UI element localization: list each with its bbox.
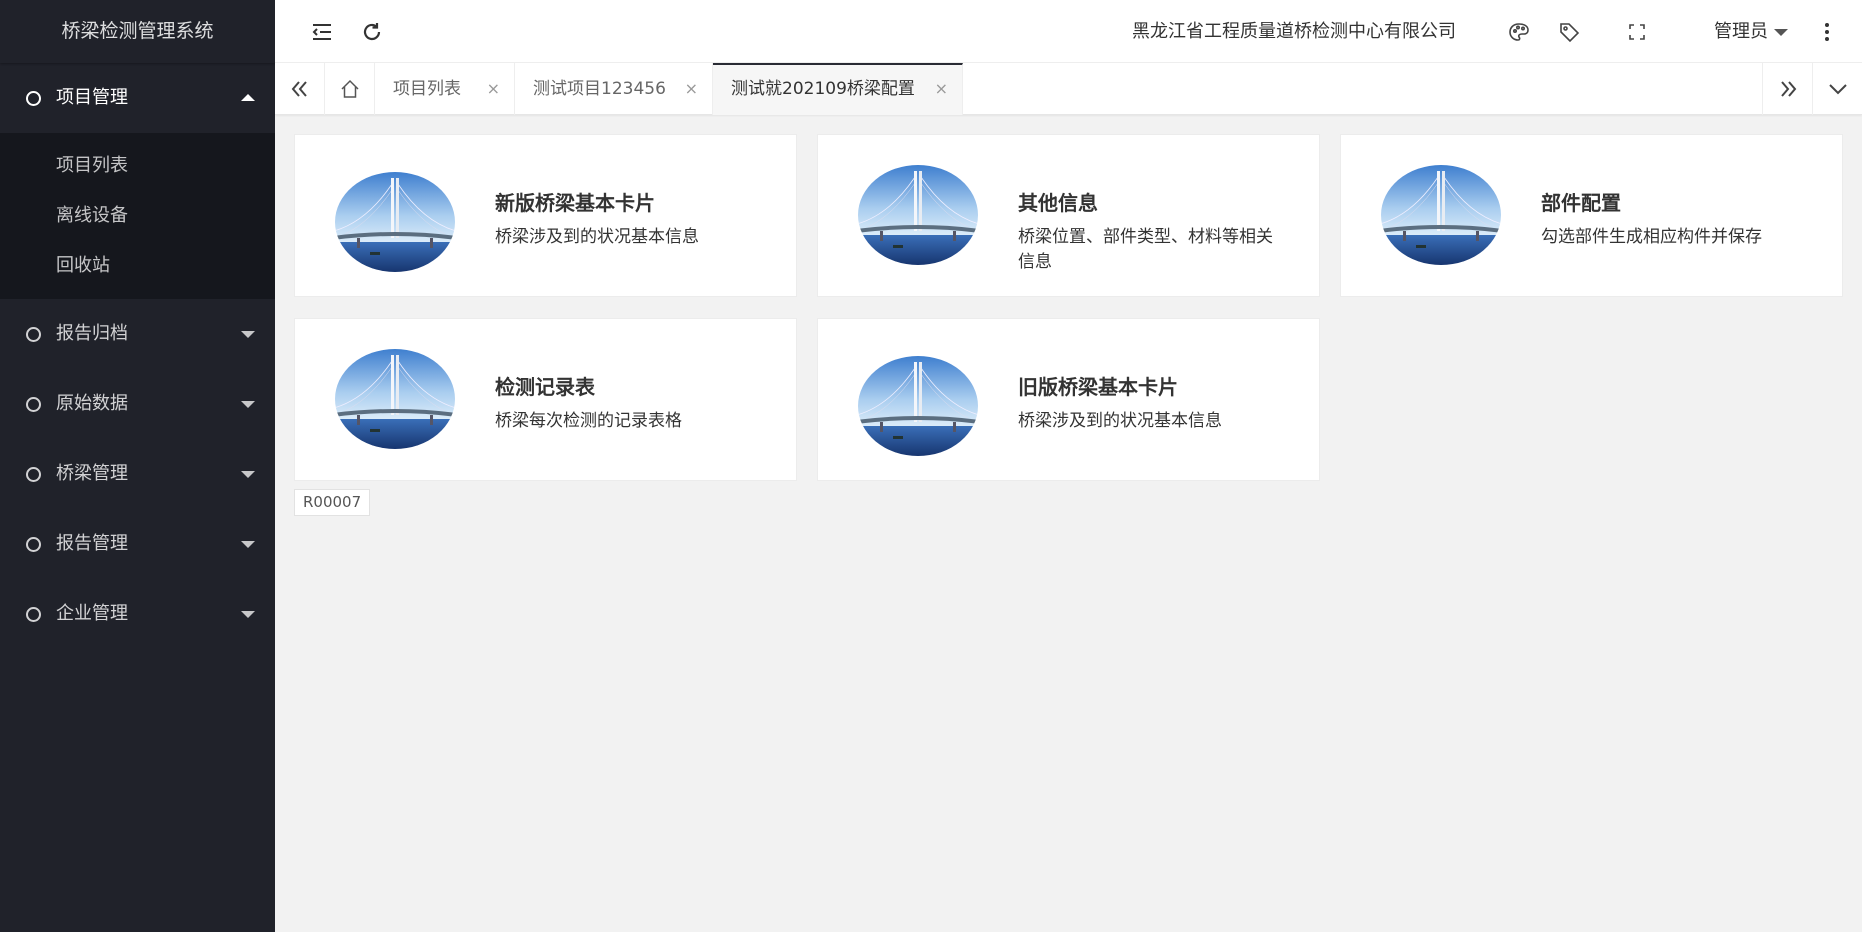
tab-scroll-left-icon[interactable] bbox=[275, 63, 325, 115]
bridge-image bbox=[1381, 165, 1501, 265]
page-code-badge: R00007 bbox=[294, 489, 371, 516]
circle-icon bbox=[26, 91, 41, 106]
app-title: 桥梁检测管理系统 bbox=[0, 0, 275, 63]
sidebar: 桥梁检测管理系统 项目管理 项目列表 离线设备 回收站 报告归档 原始数据 桥梁… bbox=[0, 0, 275, 932]
nav-item-report-management[interactable]: 报告管理 bbox=[0, 509, 275, 579]
tab-dropdown-icon[interactable] bbox=[1812, 63, 1862, 115]
user-menu[interactable]: 管理员 bbox=[1714, 0, 1788, 63]
nav-item-bridge-management[interactable]: 桥梁管理 bbox=[0, 439, 275, 509]
card-title: 旧版桥梁基本卡片 bbox=[1018, 375, 1178, 399]
caret-down-icon bbox=[241, 401, 255, 408]
card-title: 新版桥梁基本卡片 bbox=[495, 191, 655, 215]
tab-label: 测试就202109桥梁配置 bbox=[731, 79, 915, 99]
card-desc: 桥梁每次检测的记录表格 bbox=[495, 411, 682, 431]
caret-down-icon bbox=[241, 541, 255, 548]
nav-item-report-archive[interactable]: 报告归档 bbox=[0, 299, 275, 369]
home-tab-icon[interactable] bbox=[325, 63, 375, 115]
menu-fold-icon[interactable] bbox=[297, 0, 347, 63]
nav-item-project-management[interactable]: 项目管理 bbox=[0, 63, 275, 133]
nav-item-label: 原始数据 bbox=[56, 393, 128, 414]
circle-icon bbox=[26, 327, 41, 342]
caret-up-icon bbox=[241, 94, 255, 101]
nav-item-label: 报告管理 bbox=[56, 533, 128, 554]
nav-item-label: 报告归档 bbox=[56, 323, 128, 344]
circle-icon bbox=[26, 607, 41, 622]
bridge-image bbox=[858, 165, 978, 265]
caret-down-icon bbox=[241, 611, 255, 618]
card-title: 检测记录表 bbox=[495, 375, 595, 399]
close-icon[interactable]: × bbox=[487, 63, 500, 115]
caret-down-icon bbox=[241, 331, 255, 338]
sub-item-project-list[interactable]: 项目列表 bbox=[0, 141, 275, 191]
refresh-icon[interactable] bbox=[347, 0, 397, 63]
card-desc: 勾选部件生成相应构件并保存 bbox=[1541, 227, 1762, 247]
sub-item-offline-devices[interactable]: 离线设备 bbox=[0, 191, 275, 241]
bridge-image bbox=[335, 349, 455, 449]
nav-group-project: 项目管理 项目列表 离线设备 回收站 bbox=[0, 63, 275, 299]
fullscreen-icon[interactable] bbox=[1612, 0, 1662, 63]
close-icon[interactable]: × bbox=[935, 65, 948, 113]
user-name: 管理员 bbox=[1714, 21, 1768, 42]
tab-label: 项目列表 bbox=[393, 79, 461, 99]
tab-test-project[interactable]: 测试项目123456 × bbox=[515, 63, 713, 115]
circle-icon bbox=[26, 397, 41, 412]
tab-project-list[interactable]: 项目列表 × bbox=[375, 63, 515, 115]
tab-label: 测试项目123456 bbox=[533, 79, 666, 99]
palette-icon[interactable] bbox=[1494, 0, 1544, 63]
caret-down-icon bbox=[241, 471, 255, 478]
bridge-image bbox=[335, 172, 455, 272]
more-vertical-icon[interactable] bbox=[1802, 0, 1852, 63]
card-desc: 桥梁位置、部件类型、材料等相关信息 bbox=[1018, 227, 1273, 272]
nav-item-label: 企业管理 bbox=[56, 603, 128, 624]
card-desc: 桥梁涉及到的状况基本信息 bbox=[1018, 411, 1222, 431]
top-header: 黑龙江省工程质量道桥检测中心有限公司 管理员 bbox=[275, 0, 1862, 63]
tag-icon[interactable] bbox=[1544, 0, 1594, 63]
circle-icon bbox=[26, 467, 41, 482]
sub-item-recycle-bin[interactable]: 回收站 bbox=[0, 241, 275, 291]
card-old-bridge-basic[interactable]: 旧版桥梁基本卡片 桥梁涉及到的状况基本信息 bbox=[817, 318, 1320, 481]
tab-scroll-right-icon[interactable] bbox=[1762, 63, 1812, 115]
card-inspection-record[interactable]: 检测记录表 桥梁每次检测的记录表格 bbox=[294, 318, 797, 481]
card-title: 其他信息 bbox=[1018, 191, 1098, 215]
card-new-bridge-basic[interactable]: 新版桥梁基本卡片 桥梁涉及到的状况基本信息 bbox=[294, 134, 797, 297]
nav-item-enterprise-management[interactable]: 企业管理 bbox=[0, 579, 275, 649]
nav-item-raw-data[interactable]: 原始数据 bbox=[0, 369, 275, 439]
card-title: 部件配置 bbox=[1541, 191, 1621, 215]
sub-menu: 项目列表 离线设备 回收站 bbox=[0, 133, 275, 299]
nav-item-label: 桥梁管理 bbox=[56, 463, 128, 484]
company-name: 黑龙江省工程质量道桥检测中心有限公司 bbox=[1132, 21, 1456, 42]
card-component-config[interactable]: 部件配置 勾选部件生成相应构件并保存 bbox=[1340, 134, 1843, 297]
close-icon[interactable]: × bbox=[685, 63, 698, 115]
nav-item-label: 项目管理 bbox=[56, 87, 128, 108]
bridge-image bbox=[858, 356, 978, 456]
card-other-info[interactable]: 其他信息 桥梁位置、部件类型、材料等相关信息 bbox=[817, 134, 1320, 297]
circle-icon bbox=[26, 537, 41, 552]
chevron-down-icon bbox=[1774, 28, 1788, 36]
card-desc: 桥梁涉及到的状况基本信息 bbox=[495, 227, 699, 247]
tab-bridge-config[interactable]: 测试就202109桥梁配置 × bbox=[713, 63, 963, 115]
tab-bar: 项目列表 × 测试项目123456 × 测试就202109桥梁配置 × bbox=[275, 63, 1862, 115]
